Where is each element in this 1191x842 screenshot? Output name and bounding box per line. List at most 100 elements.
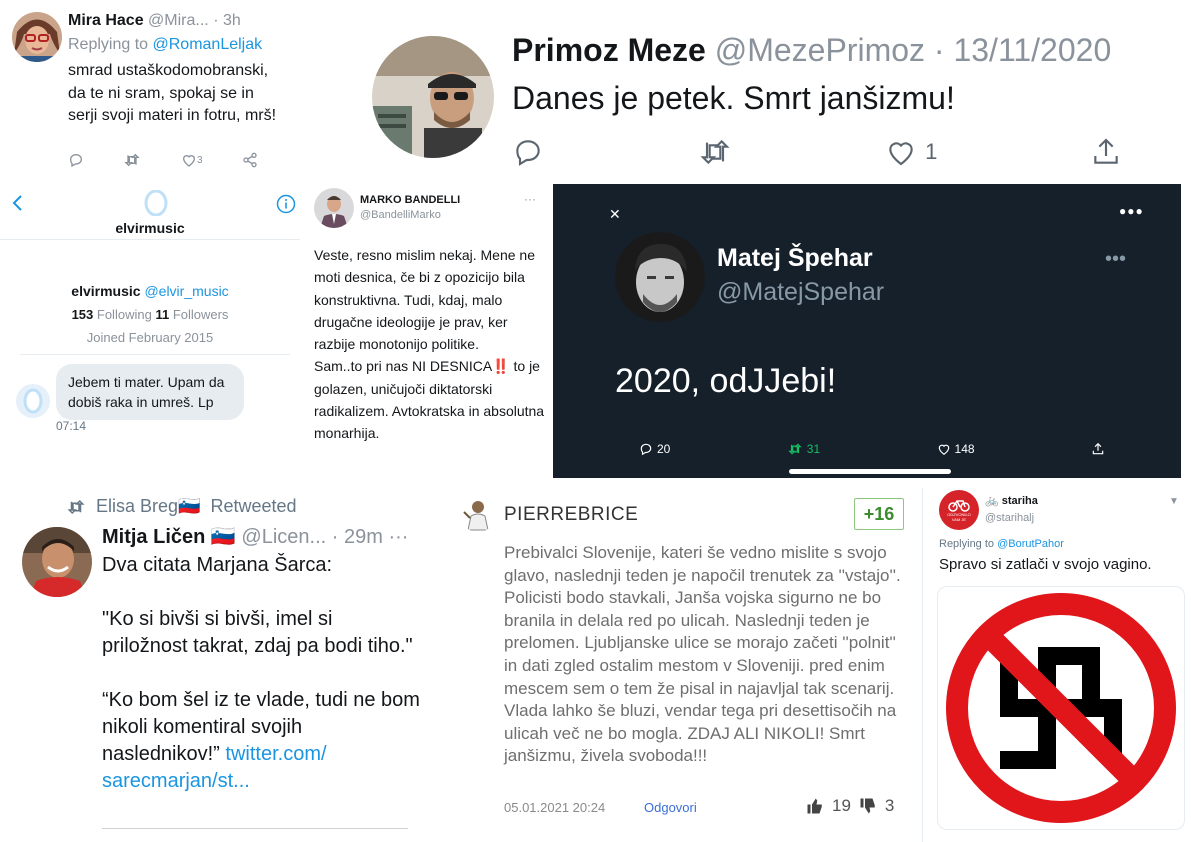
tweet-time: · 3h [213, 12, 241, 29]
thumbs-up-icon[interactable] [806, 797, 824, 815]
commenter-name[interactable]: PIERREBRICE [504, 504, 638, 526]
comment-pierrebrice: PIERREBRICE +16 Prebivalci Slovenije, ka… [456, 490, 916, 842]
like-button[interactable]: 3 [181, 152, 203, 168]
author-name[interactable]: Mira Hace [68, 12, 144, 29]
heart-icon [182, 155, 195, 167]
thumbs-down-icon[interactable] [859, 797, 877, 815]
profile-name[interactable]: elvirmusic [71, 283, 140, 299]
tweet-stariha: ODZVONILO VAM JE 🚲 stariha @starihalj ▼ … [922, 488, 1191, 842]
more-icon[interactable]: ··· [524, 192, 536, 206]
retweet-button[interactable]: 31 [787, 442, 820, 456]
retweeted-label: Retweeted [210, 496, 297, 516]
tweet-actions: 1 [512, 136, 1122, 168]
info-icon[interactable] [276, 194, 296, 214]
followers-label[interactable]: Followers [173, 307, 229, 322]
share-icon[interactable] [1090, 136, 1122, 168]
message-time: 07:14 [56, 419, 87, 433]
tweet-date: · 13/11/2020 [933, 32, 1112, 68]
author-handle[interactable]: @MatejSpehar [717, 278, 884, 307]
replying-to: Replying to @RomanLeljak [68, 36, 262, 54]
like-button[interactable]: 1 [885, 136, 937, 168]
downvote-count: 3 [884, 796, 895, 815]
slovenia-flag-emoji: 🇸🇮 [210, 526, 236, 548]
profile-summary: elvirmusic @elvir_music 153 Following 11… [0, 280, 300, 349]
retweet-count: 31 [806, 442, 821, 456]
avatar[interactable] [12, 12, 62, 62]
author-name[interactable]: Matej Špehar [717, 244, 873, 273]
retweet-icon[interactable] [697, 136, 733, 168]
reply-mention-link[interactable]: @BorutPahor [997, 538, 1064, 550]
tweet-actions: 20 31 148 [639, 442, 1105, 456]
reply-button[interactable]: 20 [639, 442, 670, 456]
replying-prefix: Replying to [68, 36, 153, 53]
retweet-icon[interactable] [123, 152, 141, 168]
chevron-down-icon[interactable]: ▼ [1169, 496, 1179, 507]
avatar[interactable]: ODZVONILO VAM JE [939, 490, 979, 530]
reply-link[interactable]: Odgovori [644, 800, 697, 815]
home-indicator [789, 469, 951, 474]
like-count: 148 [954, 442, 975, 456]
close-icon[interactable]: ✕ [609, 206, 621, 223]
like-count: 1 [925, 139, 938, 164]
tweet-text: Spravo si zatlači v svojo vagino. [939, 556, 1152, 573]
tweet-header: Primoz Meze @MezePrimoz · 13/11/2020 [512, 32, 1111, 69]
author-handle[interactable]: @starihalj [985, 512, 1034, 524]
upvote-count: 19 [832, 796, 851, 815]
tweet-paragraph-1: Veste, resno mislim nekaj. Mene ne moti … [314, 247, 535, 353]
share-icon[interactable] [242, 152, 258, 168]
profile-handle[interactable]: @elvir_music [144, 283, 228, 299]
author-handle[interactable]: @Mira... [148, 12, 209, 29]
message-bubble[interactable]: Jebem ti mater. Upam da dobiš raka in um… [56, 364, 244, 420]
author-name[interactable]: MARKO BANDELLI [360, 194, 460, 206]
avatar[interactable] [22, 527, 92, 597]
reply-mention-link[interactable]: @RomanLeljak [153, 36, 263, 53]
share-icon[interactable] [1091, 442, 1105, 456]
dm-elvirmusic: elvirmusic elvirmusic @elvir_music 153 F… [0, 182, 300, 442]
tweet-intro: Dva citata Marjana Šarca: [102, 554, 333, 576]
bicycle-icon [948, 500, 970, 512]
tweet-matej-spehar: ✕ ●●● Matej Špehar @MatejSpehar ••• 2020… [553, 184, 1181, 478]
avatar[interactable] [615, 232, 705, 322]
author-handle[interactable]: @BandelliMarko [360, 209, 441, 221]
avatar[interactable] [314, 188, 354, 228]
reply-icon[interactable] [512, 136, 544, 168]
more-options-icon[interactable]: ••• [1105, 248, 1126, 271]
followers-count: 11 [155, 307, 170, 322]
author-name[interactable]: Primoz Meze [512, 32, 706, 68]
tweet-text: smrad ustaškodomobranski, da te ni sram,… [68, 62, 277, 124]
tweet-mitja-licen: Elisa Breg🇸🇮 Retweeted Mitja Ličen 🇸🇮 @L… [0, 490, 445, 842]
slovenia-flag-emoji: 🇸🇮 [178, 496, 201, 516]
more-icon[interactable]: ··· [388, 526, 408, 548]
author-handle[interactable]: @Licen... [241, 526, 326, 548]
author-name[interactable]: Mitja Ličen 🇸🇮 [102, 526, 236, 548]
more-icon[interactable]: ●●● [1119, 204, 1144, 218]
divider [102, 828, 408, 829]
quote-2: “Ko bom šel iz te vlade, tudi ne bom nik… [102, 687, 422, 795]
tweet-time: · 29m [331, 526, 383, 548]
retweeter-name[interactable]: Elisa Breg🇸🇮 [96, 496, 200, 517]
conversation-avatar[interactable] [144, 190, 168, 216]
tweet-primoz-meze: Primoz Meze @MezePrimoz · 13/11/2020 Dan… [360, 22, 1191, 182]
reply-icon [640, 443, 652, 456]
score-badge: +16 [854, 498, 904, 530]
avatar[interactable] [460, 496, 496, 532]
attached-image[interactable] [937, 586, 1185, 830]
avatar-text: ODZVONILO VAM JE [947, 512, 971, 522]
reply-icon[interactable] [68, 152, 84, 168]
avatar[interactable] [372, 36, 494, 158]
bicycle-icon: 🚲 [985, 495, 999, 507]
retweet-icon [788, 443, 802, 455]
comment-datetime: 05.01.2021 20:24 [504, 800, 606, 815]
like-button[interactable]: 148 [937, 442, 975, 456]
tweet-text: Veste, resno mislim nekaj. Mene ne moti … [314, 244, 550, 445]
sender-avatar[interactable] [16, 384, 50, 418]
tweet-paragraph-2: Sam..to pri nas NI DESNICA‼️ to je golaz… [314, 355, 550, 444]
tweet-header: Mira Hace @Mira... · 3h [68, 12, 241, 30]
following-label[interactable]: Following [97, 307, 152, 322]
retweeted-by: Elisa Breg🇸🇮 Retweeted [66, 496, 297, 517]
replying-prefix: Replying to [939, 538, 998, 550]
author-handle[interactable]: @MezePrimoz [715, 32, 925, 68]
author-name[interactable]: 🚲 stariha [985, 494, 1038, 507]
back-arrow-icon[interactable] [10, 192, 26, 214]
tweet-marko-bandelli: MARKO BANDELLI @BandelliMarko ··· Veste,… [302, 182, 552, 472]
